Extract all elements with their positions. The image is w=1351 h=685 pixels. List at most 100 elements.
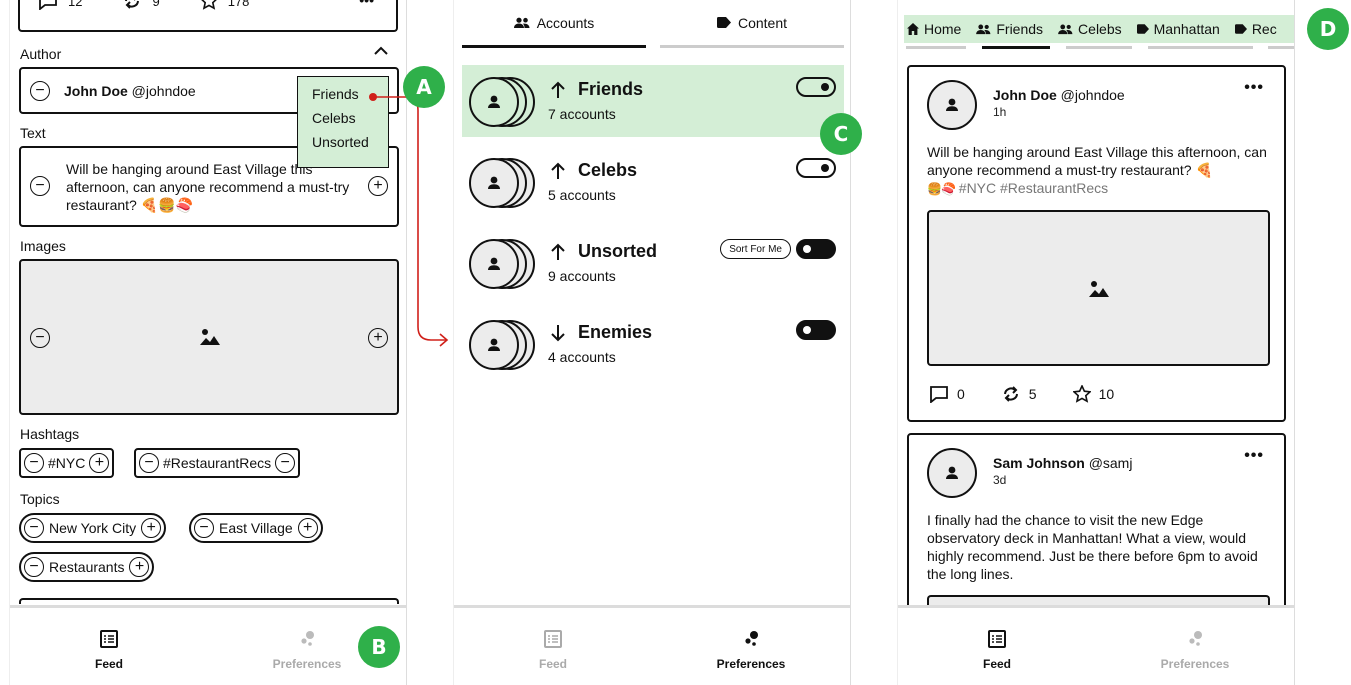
remove-icon[interactable]: − <box>30 176 50 196</box>
topic-pill[interactable]: − East Village + <box>189 513 323 543</box>
comments-count[interactable]: 12 <box>38 0 82 10</box>
stars-count[interactable]: 178 <box>200 0 249 10</box>
author-label: Author <box>20 46 62 62</box>
person-icon <box>943 464 961 482</box>
nav-feed[interactable]: Feed <box>454 608 652 685</box>
sort-for-me-button[interactable]: Sort For Me <box>720 239 791 259</box>
image-icon <box>199 327 221 347</box>
group-friends[interactable]: Friends 7 accounts <box>462 65 844 137</box>
preferences-icon <box>741 629 761 649</box>
more-options-icon[interactable]: ••• <box>1244 447 1264 465</box>
star-icon <box>200 0 218 10</box>
star-button[interactable]: 10 <box>1072 385 1114 403</box>
reposts-count[interactable]: 9 <box>122 0 160 10</box>
post-card[interactable]: Sam Johnson @samj 3d ••• I finally had t… <box>907 433 1286 613</box>
group-toggle[interactable] <box>796 77 836 97</box>
person-icon <box>469 320 519 370</box>
group-celebs[interactable]: Celebs 5 accounts <box>462 146 844 218</box>
more-options-icon[interactable]: ••• <box>359 0 374 8</box>
avatar[interactable] <box>927 80 977 130</box>
feed-icon <box>543 629 563 649</box>
preferences-tabs: Accounts Content <box>462 0 844 50</box>
preferences-icon <box>1185 629 1205 649</box>
repost-icon <box>1001 385 1021 403</box>
avatar-stack <box>469 239 539 289</box>
hashtag-chip[interactable]: − #NYC + <box>19 448 115 478</box>
remove-icon[interactable]: − <box>139 453 159 473</box>
topic-pill[interactable]: − Restaurants + <box>19 552 155 582</box>
dropdown-option-friends[interactable]: Friends <box>312 86 388 110</box>
topnav-celebs[interactable]: Celebs <box>1058 21 1122 37</box>
nav-preferences[interactable]: Preferences <box>1096 608 1294 685</box>
tab-content[interactable]: Content <box>660 0 844 48</box>
add-icon[interactable]: + <box>89 453 110 473</box>
group-toggle[interactable] <box>796 158 836 178</box>
dropdown-option-celebs[interactable]: Celebs <box>312 110 388 134</box>
post-time: 1h <box>993 105 1007 119</box>
topic-pill[interactable]: − New York City + <box>19 513 167 543</box>
remove-icon[interactable]: − <box>194 518 214 538</box>
feed-topnav: Home Friends Celebs Manhattan Rec <box>904 15 1294 43</box>
post-hashtags[interactable]: #NYC #RestaurantRecs <box>959 180 1108 196</box>
post-handle: @samj <box>1088 455 1133 471</box>
remove-icon[interactable]: − <box>24 518 44 538</box>
marker-c: C <box>820 113 862 155</box>
nav-feed[interactable]: Feed <box>10 608 208 685</box>
group-count: 9 accounts <box>548 268 616 284</box>
nav-preferences[interactable]: Preferences <box>652 608 850 685</box>
dropdown-option-unsorted[interactable]: Unsorted <box>312 134 388 158</box>
post-text: Will be hanging around East Village this… <box>66 161 350 213</box>
arrow-down-icon[interactable] <box>550 324 566 342</box>
remove-icon[interactable]: − <box>30 328 50 348</box>
remove-icon[interactable]: − <box>275 453 296 473</box>
post-image[interactable] <box>927 210 1270 366</box>
add-icon[interactable]: + <box>297 518 318 538</box>
remove-icon[interactable]: − <box>30 80 50 101</box>
people-icon <box>976 24 991 35</box>
arrow-up-icon[interactable] <box>550 243 566 261</box>
topnav-home[interactable]: Home <box>907 21 961 37</box>
add-icon[interactable]: + <box>141 518 162 538</box>
group-enemies[interactable]: Enemies 4 accounts <box>462 308 844 380</box>
topnav-manhattan[interactable]: Manhattan <box>1136 21 1220 37</box>
chevron-up-icon[interactable] <box>374 46 388 56</box>
preferences-panel: Accounts Content Friends 7 accounts Cele… <box>453 0 851 685</box>
group-unsorted[interactable]: Unsorted 9 accounts Sort For Me <box>462 227 844 299</box>
add-icon[interactable]: + <box>368 328 388 348</box>
post-handle: @johndoe <box>1060 87 1125 103</box>
arrow-up-icon[interactable] <box>550 162 566 180</box>
tab-underline <box>1066 46 1132 49</box>
remove-icon[interactable]: − <box>24 453 44 473</box>
avatar[interactable] <box>927 448 977 498</box>
post-card[interactable]: John Doe @johndoe 1h ••• Will be hanging… <box>907 65 1286 422</box>
group-name: Unsorted <box>578 241 658 261</box>
images-label: Images <box>20 238 66 254</box>
tab-underline-active <box>982 46 1050 49</box>
nav-feed[interactable]: Feed <box>898 608 1096 685</box>
remove-icon[interactable]: − <box>24 557 44 577</box>
person-icon <box>469 239 519 289</box>
post-author: Sam Johnson <box>993 455 1085 471</box>
text-label: Text <box>20 125 46 141</box>
comment-icon <box>929 385 949 403</box>
add-icon[interactable]: + <box>129 557 150 577</box>
arrow-up-icon[interactable] <box>550 81 566 99</box>
topnav-friends[interactable]: Friends <box>976 21 1043 37</box>
topnav-rec[interactable]: Rec <box>1234 21 1277 37</box>
comment-icon <box>38 0 58 10</box>
comment-button[interactable]: 0 <box>929 385 965 403</box>
add-icon[interactable]: + <box>368 176 388 196</box>
preferences-icon <box>297 629 317 649</box>
author-handle: @johndoe <box>131 82 196 99</box>
bottom-nav: Feed Preferences <box>10 605 406 685</box>
group-toggle[interactable] <box>796 239 836 259</box>
topics-label: Topics <box>20 491 60 507</box>
person-icon <box>943 96 961 114</box>
more-options-icon[interactable]: ••• <box>1244 79 1264 97</box>
group-toggle[interactable] <box>796 320 836 340</box>
images-field[interactable]: − + <box>19 259 399 415</box>
tab-accounts[interactable]: Accounts <box>462 0 646 48</box>
repost-button[interactable]: 5 <box>1001 385 1037 403</box>
group-dropdown[interactable]: Friends Celebs Unsorted <box>297 76 389 168</box>
hashtag-chip[interactable]: − #RestaurantRecs − <box>134 448 301 478</box>
